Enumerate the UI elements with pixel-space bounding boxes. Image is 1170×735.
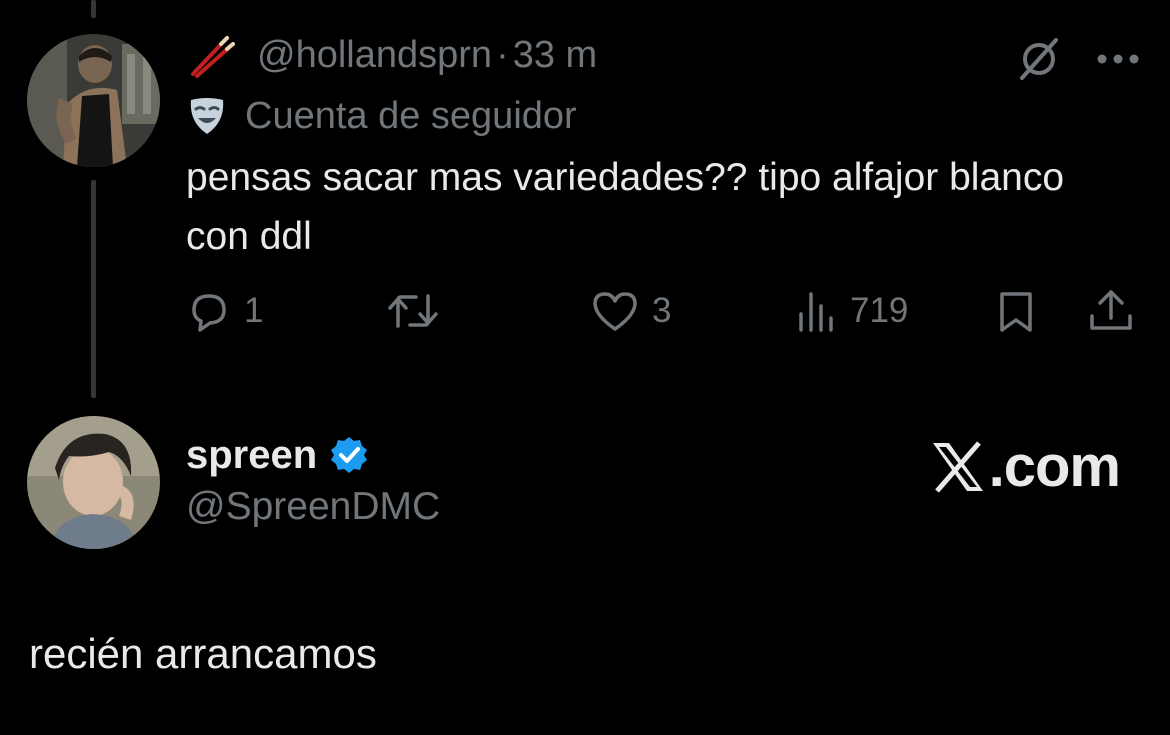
author-handle[interactable]: @SpreenDMC (186, 485, 440, 529)
share-button[interactable] (1086, 286, 1136, 336)
like-count: 3 (652, 291, 672, 330)
bookmark-button[interactable] (996, 286, 1036, 336)
reply-header: @hollandsprn · 33 m (187, 30, 597, 80)
reply-top-icons (1016, 36, 1140, 82)
muted-slash-icon[interactable] (1016, 36, 1062, 82)
retweet-icon (388, 294, 438, 328)
tweet-text: recién arrancamos (29, 630, 377, 677)
reply-count: 1 (244, 291, 264, 330)
reply-text: pensas sacar mas variedades?? tipo alfaj… (186, 156, 1065, 258)
chopsticks-icon (187, 30, 237, 80)
views-chart-icon (799, 292, 833, 332)
like-button[interactable]: 3 (590, 286, 671, 336)
more-options-icon[interactable] (1096, 53, 1140, 65)
heart-icon (593, 292, 637, 331)
author-avatar[interactable] (27, 416, 160, 549)
share-icon (1090, 290, 1132, 330)
bookmark-icon (1000, 292, 1032, 332)
thread-line-top (91, 0, 96, 18)
comment-icon (192, 294, 226, 332)
account-type-row: Cuenta de seguidor (187, 92, 577, 140)
reply-button[interactable]: 1 (186, 286, 263, 336)
views-button[interactable]: 719 (796, 286, 908, 336)
verified-badge-icon (329, 435, 369, 475)
reply-avatar[interactable] (27, 34, 160, 167)
x-com-watermark: .com (929, 433, 1121, 500)
thread-line (91, 180, 96, 398)
view-count: 719 (850, 291, 909, 330)
reply-time[interactable]: 33 m (513, 34, 597, 77)
retweet-button[interactable] (386, 286, 440, 336)
author-name-row: spreen (186, 430, 369, 480)
theater-mask-icon (187, 96, 227, 136)
reply-handle[interactable]: @hollandsprn (257, 34, 492, 77)
author-name[interactable]: spreen (186, 433, 317, 478)
separator-dot: · (496, 33, 509, 76)
x-logo-icon (929, 439, 987, 495)
watermark-text: .com (988, 434, 1121, 499)
account-type-label: Cuenta de seguidor (245, 94, 577, 137)
reply-action-bar: 1 3 719 (186, 286, 1138, 336)
